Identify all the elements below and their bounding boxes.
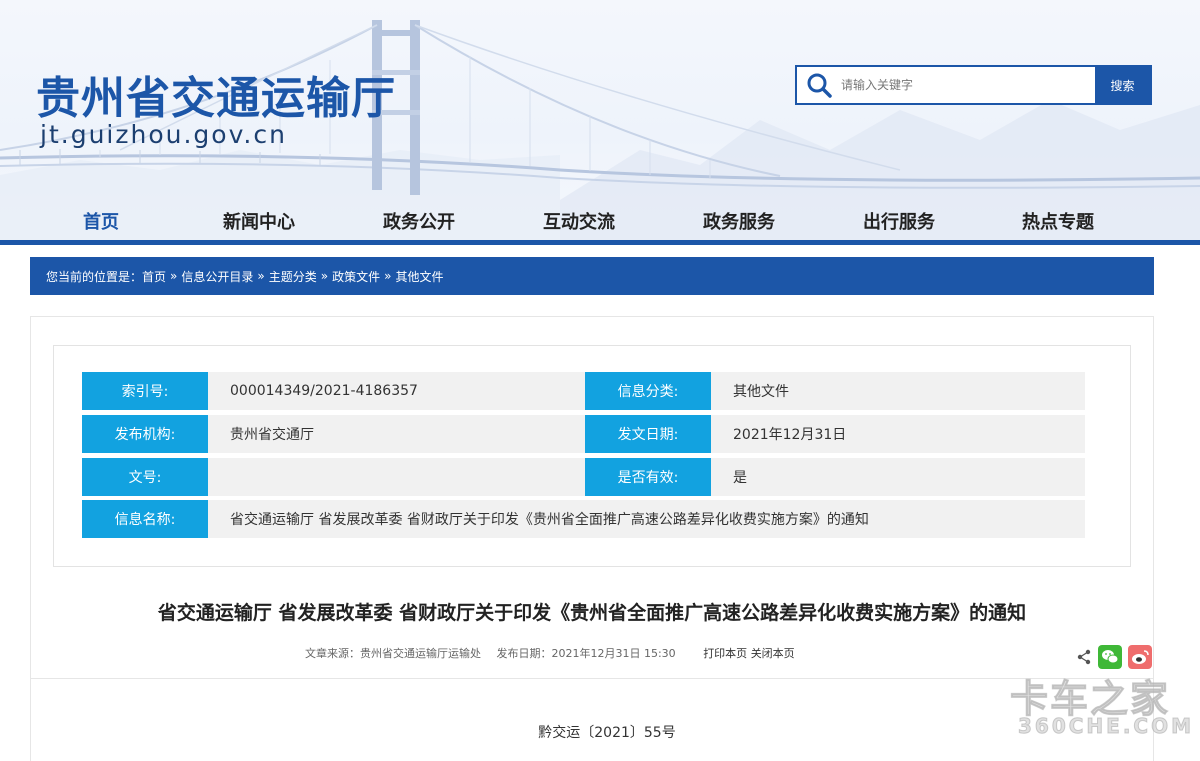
- wechat-icon[interactable]: [1098, 645, 1122, 673]
- article-title: 省交通运输厅 省发展改革委 省财政厅关于印发《贵州省全面推广高速公路差异化收费实…: [157, 602, 1027, 624]
- validity-value: 是: [711, 458, 1085, 496]
- share-icon[interactable]: [1076, 649, 1092, 669]
- nav-item-home[interactable]: 首页: [83, 208, 119, 234]
- search-input[interactable]: [841, 67, 1095, 103]
- document-number-value: [208, 458, 585, 496]
- index-number-value: 000014349/2021-4186357: [208, 372, 585, 410]
- document-number: 黔交运〔2021〕55号: [538, 725, 676, 741]
- breadcrumb-item-other-documents[interactable]: 其他文件: [395, 268, 443, 285]
- breadcrumb-item-home[interactable]: 首页: [142, 268, 166, 285]
- share-bar: [1076, 645, 1152, 673]
- breadcrumb-separator: »: [257, 269, 265, 283]
- validity-label: 是否有效:: [585, 458, 721, 496]
- site-domain: jt.guizhou.gov.cn: [40, 120, 287, 149]
- nav-item-services[interactable]: 政务服务: [703, 208, 775, 234]
- nav-item-travel[interactable]: 出行服务: [863, 208, 935, 234]
- document-number-label: 文号:: [82, 458, 218, 496]
- article-meta: 文章来源：贵州省交通运输厅运输处 发布日期：2021年12月31日 15:30 …: [305, 645, 795, 661]
- breadcrumb-prefix: 您当前的位置是：: [46, 269, 143, 284]
- breadcrumb-item-topic-category[interactable]: 主题分类: [269, 268, 317, 285]
- breadcrumb-separator: »: [320, 269, 329, 283]
- nav-item-government-affairs[interactable]: 政务公开: [383, 208, 455, 234]
- nav-item-news[interactable]: 新闻中心: [223, 208, 295, 234]
- article-divider: [30, 678, 1154, 679]
- close-page-link[interactable]: 关闭本页: [751, 647, 795, 660]
- weibo-icon[interactable]: [1128, 645, 1152, 673]
- breadcrumb-separator: »: [384, 269, 392, 283]
- search-box: 搜索: [795, 65, 1152, 105]
- info-category-value: 其他文件: [711, 372, 1085, 410]
- article-publish-date: 发布日期：2021年12月31日 15:30: [496, 647, 676, 660]
- search-icon[interactable]: [797, 67, 841, 103]
- nav-underline: [0, 240, 1200, 245]
- breadcrumb-item-policy-documents[interactable]: 政策文件: [332, 268, 380, 285]
- site-header: 贵州省交通运输厅 jt.guizhou.gov.cn 搜索 首页 新闻中心 政务…: [0, 0, 1200, 245]
- site-title[interactable]: 贵州省交通运输厅: [36, 62, 396, 126]
- issue-date-value: 2021年12月31日: [711, 415, 1085, 453]
- article-source: 文章来源：贵州省交通运输厅运输处: [305, 647, 481, 660]
- info-name-label: 信息名称:: [82, 500, 218, 538]
- nav-item-hot-topics[interactable]: 热点专题: [1022, 208, 1094, 234]
- info-row: 文号: 是否有效: 是: [82, 458, 1085, 496]
- print-page-link[interactable]: 打印本页: [703, 647, 747, 660]
- index-number-label: 索引号:: [82, 372, 218, 410]
- issuing-agency-value: 贵州省交通厅: [208, 415, 585, 453]
- breadcrumb-separator: »: [170, 269, 178, 283]
- info-category-label: 信息分类:: [585, 372, 721, 410]
- info-row: 索引号: 000014349/2021-4186357 信息分类: 其他文件: [82, 372, 1085, 410]
- breadcrumb: 您当前的位置是： 首页 » 信息公开目录 » 主题分类 » 政策文件 » 其他文…: [30, 257, 1154, 295]
- breadcrumb-item-disclosure-catalog[interactable]: 信息公开目录: [181, 268, 253, 285]
- issuing-agency-label: 发布机构:: [82, 415, 218, 453]
- nav-item-interaction[interactable]: 互动交流: [543, 208, 615, 234]
- info-row: 信息名称: 省交通运输厅 省发展改革委 省财政厅关于印发《贵州省全面推广高速公路…: [82, 500, 1085, 538]
- issue-date-label: 发文日期:: [585, 415, 721, 453]
- main-nav: 首页 新闻中心 政务公开 互动交流 政务服务 出行服务 热点专题: [0, 198, 1200, 240]
- search-button[interactable]: 搜索: [1095, 67, 1150, 103]
- info-name-value: 省交通运输厅 省发展改革委 省财政厅关于印发《贵州省全面推广高速公路差异化收费实…: [208, 500, 1085, 538]
- info-row: 发布机构: 贵州省交通厅 发文日期: 2021年12月31日: [82, 415, 1085, 453]
